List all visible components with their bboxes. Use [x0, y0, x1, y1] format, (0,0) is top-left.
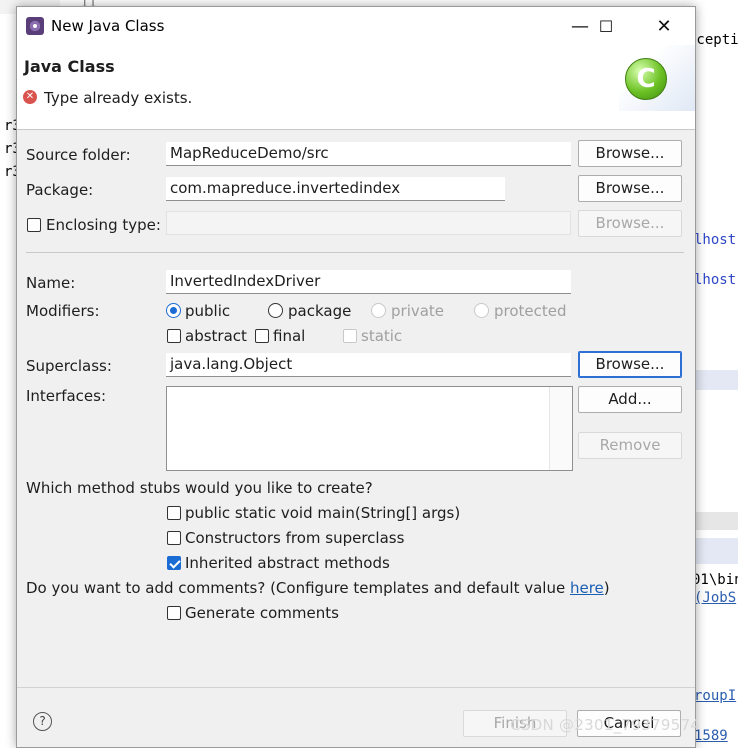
page-title: Java Class [24, 57, 115, 76]
stubs-question: Which method stubs would you like to cre… [26, 479, 373, 497]
package-radio-label: package [288, 302, 352, 320]
enclosing-type-label: Enclosing type: [46, 216, 161, 234]
protected-radio[interactable] [474, 303, 489, 318]
package-browse-button[interactable]: Browse... [578, 175, 682, 202]
help-icon[interactable]: ? [33, 712, 52, 731]
main-method-label: public static void main(String[] args) [185, 504, 461, 522]
source-folder-browse-button[interactable]: Browse... [578, 140, 682, 167]
superclass-browse-button[interactable]: Browse... [578, 351, 682, 378]
source-folder-label: Source folder: [26, 146, 131, 164]
configure-templates-link[interactable]: here [570, 579, 604, 597]
code-fragment: roupI [694, 688, 737, 704]
public-radio[interactable] [166, 303, 181, 318]
error-message: Type already exists. [44, 89, 193, 107]
abstract-checkbox[interactable] [167, 329, 181, 343]
source-folder-input[interactable]: MapReduceDemo/src [166, 142, 571, 166]
add-interface-button[interactable]: Add... [578, 386, 682, 413]
code-fragment: lhost [694, 272, 737, 288]
editor-bar [694, 512, 738, 530]
wizard-header: Java Class ✕ Type already exists. C [17, 45, 695, 130]
wizard-banner: C [619, 45, 695, 111]
interfaces-list[interactable] [166, 386, 573, 471]
new-java-class-dialog: New Java Class — ☐ ✕ Java Class ✕ Type a… [16, 6, 696, 748]
public-radio-label: public [185, 302, 231, 320]
csdn-watermark: CSDN @2301_79379574 [510, 716, 701, 734]
interfaces-scrollbar[interactable] [549, 387, 572, 470]
private-radio-label: private [391, 302, 445, 320]
protected-radio-label: protected [494, 302, 567, 320]
comments-question: Do you want to add comments? (Configure … [26, 579, 610, 597]
java-class-icon: C [625, 58, 667, 100]
interfaces-label: Interfaces: [26, 387, 107, 405]
title-bar[interactable]: New Java Class — ☐ ✕ [17, 7, 695, 45]
modifiers-label: Modifiers: [26, 302, 100, 320]
editor-highlight [694, 538, 738, 564]
main-method-checkbox[interactable] [167, 506, 181, 520]
final-checkbox[interactable] [255, 329, 269, 343]
static-checkbox[interactable] [343, 329, 357, 343]
code-fragment: 01\bin\ [692, 572, 738, 588]
name-label: Name: [26, 274, 76, 292]
enclosing-type-input[interactable] [166, 211, 571, 235]
package-input[interactable]: com.mapreduce.invertedindex [166, 177, 505, 201]
static-checkbox-label: static [361, 327, 403, 345]
editor-highlight [694, 370, 738, 390]
generate-comments-checkbox[interactable] [167, 606, 181, 620]
superclass-label: Superclass: [26, 357, 112, 375]
code-fragment: lhost: [694, 232, 738, 248]
constructors-checkbox[interactable] [167, 531, 181, 545]
generate-comments-label: Generate comments [185, 604, 339, 622]
package-label: Package: [26, 181, 94, 199]
window-title: New Java Class [51, 17, 165, 35]
superclass-input[interactable]: java.lang.Object [166, 353, 571, 377]
remove-interface-button[interactable]: Remove [578, 432, 682, 459]
footer-separator [17, 687, 695, 688]
constructors-label: Constructors from superclass [185, 529, 405, 547]
final-checkbox-label: final [273, 327, 306, 345]
maximize-button[interactable]: ☐ [583, 7, 629, 45]
close-button[interactable]: ✕ [641, 7, 687, 45]
class-name-input[interactable]: InvertedIndexDriver [166, 270, 571, 294]
enclosing-type-checkbox[interactable] [27, 218, 41, 232]
comments-question-text: Do you want to add comments? (Configure … [26, 579, 570, 597]
package-radio[interactable] [268, 303, 283, 318]
inherited-abstract-checkbox[interactable] [167, 556, 181, 570]
enclosing-type-browse-button[interactable]: Browse... [578, 210, 682, 237]
private-radio[interactable] [371, 303, 386, 318]
error-icon: ✕ [23, 90, 37, 104]
inherited-abstract-label: Inherited abstract methods [185, 554, 390, 572]
comments-question-end: ) [603, 579, 610, 597]
abstract-checkbox-label: abstract [185, 327, 247, 345]
separator [26, 252, 684, 253]
eclipse-app-icon [26, 17, 44, 35]
code-fragment: (JobS [694, 590, 737, 606]
